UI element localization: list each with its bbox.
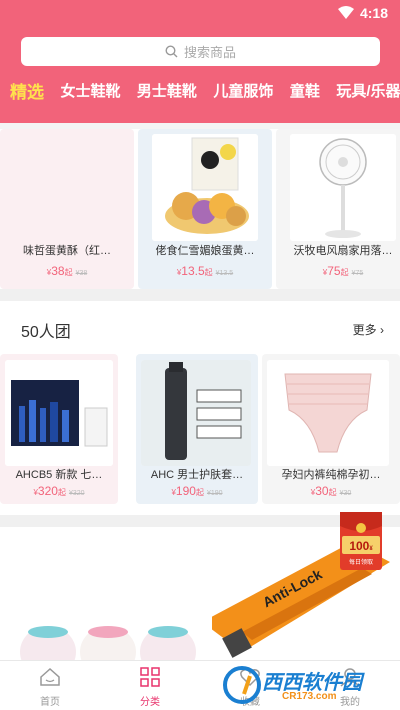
tab-featured[interactable]: 精选 bbox=[10, 78, 44, 103]
status-time: 4:18 bbox=[359, 5, 388, 21]
nav-home[interactable]: 首页 bbox=[0, 661, 100, 710]
watermark: 西西软件园 CR173.com bbox=[222, 664, 397, 706]
product-card[interactable]: 沃牧电风扇家用落… ¥75起 ¥75 bbox=[276, 129, 400, 289]
product-image bbox=[141, 360, 251, 466]
search-icon bbox=[165, 45, 178, 58]
product-price: ¥30起 ¥30 bbox=[310, 484, 352, 498]
more-link[interactable]: 更多 › bbox=[353, 321, 384, 338]
product-name: AHC 男士护肤套… bbox=[150, 469, 244, 481]
watermark-url: CR173.com bbox=[282, 691, 337, 702]
teapot-image bbox=[8, 527, 198, 678]
wifi-icon bbox=[338, 6, 354, 19]
product-name: 佬食仁雪媚娘蛋黄… bbox=[155, 245, 255, 257]
product-name: 孕妇内裤纯棉孕初… bbox=[281, 469, 381, 481]
tab-kids-shoes[interactable]: 童鞋 bbox=[290, 80, 320, 101]
product-price: ¥75起 ¥75 bbox=[322, 264, 364, 278]
coupon-amount: 100¥ bbox=[349, 539, 373, 553]
product-image bbox=[5, 360, 113, 466]
category-tabs: 精选 女士鞋靴 男士鞋靴 儿童服饰 童鞋 玩具/乐器 bbox=[0, 78, 400, 106]
underwear-image bbox=[267, 360, 389, 466]
product-price: ¥38起 ¥38 bbox=[46, 264, 88, 278]
search-placeholder: 搜索商品 bbox=[183, 45, 236, 60]
product-name: 沃牧电风扇家用落… bbox=[293, 245, 393, 257]
ahc-men-image bbox=[141, 360, 251, 466]
home-icon bbox=[40, 667, 60, 686]
product-card[interactable]: 孕妇内裤纯棉孕初… ¥30起 ¥30 bbox=[262, 354, 400, 504]
product-price: ¥320起 ¥320 bbox=[33, 484, 85, 498]
nav-category[interactable]: 分类 bbox=[100, 661, 200, 710]
header: 4:18 搜索商品 精选 女士鞋靴 男士鞋靴 儿童服饰 童鞋 玩具/乐器 bbox=[0, 0, 400, 123]
group-buy-section: 50人团 更多 › AHCB5 新款 七… ¥320起 ¥320 AHC 男士护… bbox=[0, 301, 400, 515]
product-image bbox=[152, 134, 258, 241]
category-icon bbox=[140, 667, 160, 687]
product-name: AHCB5 新款 七… bbox=[15, 469, 103, 481]
product-card[interactable]: 味哲蛋黄酥（红… ¥38起 ¥38 bbox=[0, 129, 134, 289]
product-image bbox=[290, 134, 396, 241]
product-card[interactable] bbox=[8, 527, 198, 678]
product-card[interactable]: AHCB5 新款 七… ¥320起 ¥320 bbox=[0, 354, 118, 504]
product-image bbox=[14, 134, 120, 241]
tab-mens-shoes[interactable]: 男士鞋靴 bbox=[137, 80, 197, 101]
coupon-label: 每日领取 bbox=[348, 560, 373, 566]
tab-toys[interactable]: 玩具/乐器 bbox=[336, 80, 400, 101]
section-divider bbox=[0, 289, 400, 301]
tab-womens-shoes[interactable]: 女士鞋靴 bbox=[60, 80, 120, 101]
coupon-badge[interactable]: 100¥ 每日领取 bbox=[340, 512, 382, 570]
product-card[interactable]: 佬食仁雪媚娘蛋黄… ¥13.5起 ¥13.5 bbox=[138, 129, 272, 289]
section-title: 50人团 bbox=[21, 324, 71, 341]
product-card[interactable]: AHC 男士护肤套… ¥190起 ¥190 bbox=[136, 354, 258, 504]
fan-image bbox=[290, 134, 396, 241]
status-bar: 4:18 bbox=[0, 0, 400, 28]
featured-row: 味哲蛋黄酥（红… ¥38起¥38 佬食仁雪媚娘蛋黄… ¥13.5起¥13.5 bbox=[0, 129, 400, 289]
product-name: 味哲蛋黄酥（红… bbox=[23, 245, 111, 257]
product-price: ¥190起 ¥190 bbox=[171, 484, 223, 498]
product-image bbox=[267, 360, 389, 466]
tab-kids-clothing[interactable]: 儿童服饰 bbox=[213, 80, 273, 101]
search-input[interactable]: 搜索商品 bbox=[21, 37, 380, 66]
ahc-set-image bbox=[5, 360, 113, 466]
product-price: ¥13.5起 ¥13.5 bbox=[176, 264, 234, 278]
mooncake-image bbox=[152, 134, 258, 241]
